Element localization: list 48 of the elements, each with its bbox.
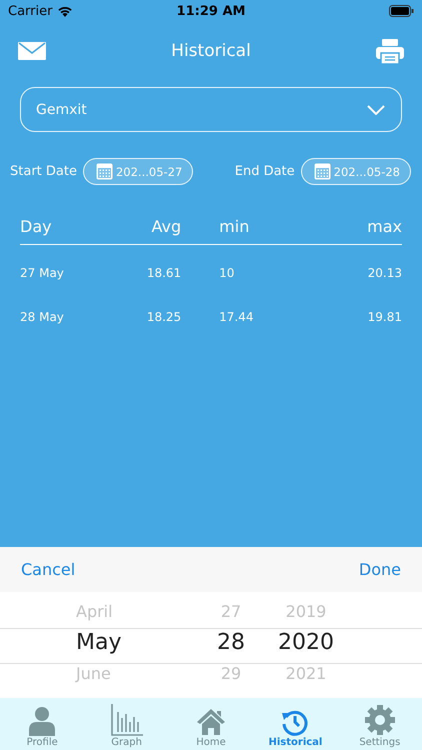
battery-icon — [389, 5, 414, 17]
bar-chart-icon — [110, 704, 143, 736]
date-button[interactable]: 202...05-28 — [300, 158, 411, 185]
tab-bar-item[interactable]: Historical — [253, 698, 338, 750]
printer-icon[interactable] — [376, 38, 404, 64]
chevron-down-icon — [367, 104, 385, 114]
date-label: Start Date — [10, 164, 77, 179]
table-cell: 27 May — [20, 244, 110, 289]
table-cell: 20.13 — [330, 244, 402, 289]
screen-title: Historical — [171, 41, 251, 61]
picker-item[interactable]: 2020 — [278, 629, 334, 657]
column-header: min — [181, 211, 330, 244]
gear-icon — [364, 704, 396, 736]
table-cell-text: 19.81 — [366, 309, 402, 326]
calendar-icon — [96, 163, 113, 180]
picker-item[interactable]: 2019 — [286, 602, 326, 622]
date-button[interactable]: 202...05-27 — [82, 158, 194, 185]
tab-bar-item[interactable]: Graph — [84, 698, 169, 750]
picker-item[interactable]: June — [76, 664, 111, 684]
tab-bar-item[interactable]: Settings — [338, 698, 422, 750]
carrier-label: Carrier — [8, 4, 52, 18]
done-button[interactable]: Done — [358, 560, 401, 579]
column-header: max — [330, 211, 402, 244]
tab-bar-item[interactable]: Home — [168, 698, 254, 750]
picker-item[interactable]: May — [76, 629, 122, 657]
cancel-button[interactable]: Cancel — [21, 560, 76, 579]
column-header: Avg — [110, 211, 182, 244]
picker-item[interactable]: 28 — [217, 629, 245, 657]
date-label: End Date — [234, 164, 295, 179]
calendar-icon — [314, 163, 331, 180]
wifi-icon — [57, 5, 74, 17]
picker-item[interactable]: 27 — [220, 602, 242, 622]
home-icon — [196, 708, 226, 736]
table-cell-text: 18.25 — [146, 309, 182, 326]
table-cell: 18.61 — [110, 244, 182, 289]
status-time: 11:29 AM — [176, 4, 246, 18]
tab-bar-item[interactable]: Profile — [0, 698, 84, 750]
sensor-dropdown[interactable]: Gemxit — [20, 87, 402, 132]
person-icon — [28, 706, 56, 736]
picker-item[interactable]: 29 — [220, 664, 242, 684]
history-icon — [281, 708, 310, 736]
column-header: Day — [20, 211, 110, 244]
table-cell: 10 — [181, 244, 330, 289]
picker-item[interactable]: April — [76, 602, 113, 622]
mail-icon[interactable] — [18, 42, 46, 60]
picker-item[interactable]: 2021 — [286, 664, 326, 684]
table-cell-text: 28 May — [20, 309, 65, 326]
table-cell-text: 17.44 — [218, 309, 255, 326]
